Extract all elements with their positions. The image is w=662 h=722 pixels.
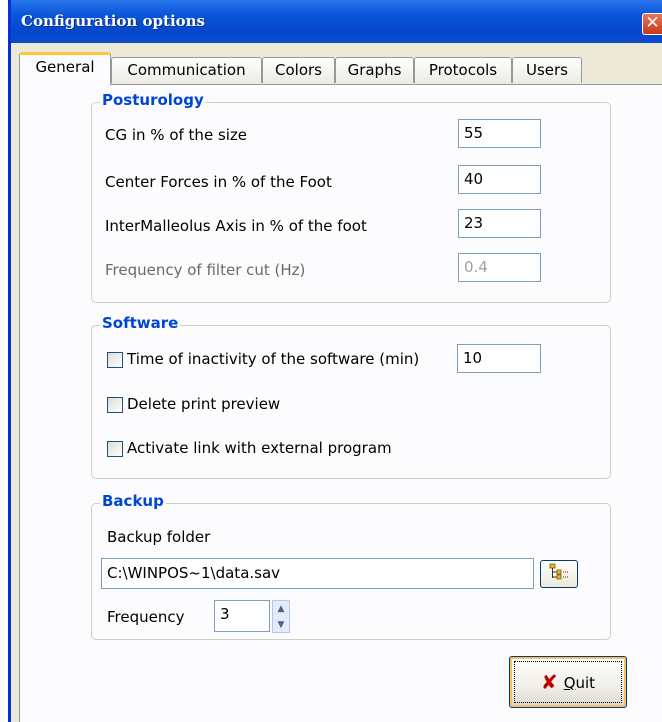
quit-button[interactable]: ✘ Quit: [509, 656, 627, 708]
inactivity-input[interactable]: 10: [457, 344, 541, 373]
backup-folder-label: Backup folder: [107, 528, 211, 546]
center-forces-input[interactable]: 40: [458, 165, 541, 194]
cg-size-label: CG in % of the size: [105, 126, 248, 144]
backup-title: Backup: [100, 492, 166, 510]
tab-protocols[interactable]: Protocols: [414, 57, 512, 83]
posturology-group: Posturology CG in % of the size 55 Cente…: [91, 91, 611, 303]
filter-cut-label: Frequency of filter cut (Hz): [105, 261, 306, 279]
tab-communication[interactable]: Communication: [111, 57, 262, 83]
frequency-input[interactable]: 3: [214, 600, 270, 632]
frequency-label: Frequency: [107, 608, 185, 626]
browse-folder-button[interactable]: [540, 560, 578, 588]
quit-focus-frame: ✘ Quit: [514, 661, 622, 703]
backup-group: Backup Backup folder C:\WINPOS~1\data.sa…: [91, 492, 611, 640]
configuration-dialog: Configuration options ✕ General Communic…: [8, 0, 662, 722]
intermalleolus-input[interactable]: 23: [458, 209, 541, 238]
spin-up-icon[interactable]: ▲: [273, 601, 289, 617]
posturology-title: Posturology: [100, 91, 206, 109]
spin-down-icon[interactable]: ▼: [273, 617, 289, 633]
inactivity-checkbox[interactable]: [107, 352, 123, 368]
quit-label-accelerator: Q: [563, 674, 576, 692]
red-x-icon: ✘: [540, 670, 558, 694]
delete-preview-label[interactable]: Delete print preview: [127, 395, 280, 413]
general-tab-panel: Posturology CG in % of the size 55 Cente…: [19, 84, 662, 722]
folder-tree-icon: [547, 563, 571, 585]
software-title: Software: [100, 314, 181, 332]
tab-colors[interactable]: Colors: [262, 57, 335, 83]
close-button[interactable]: ✕: [642, 13, 662, 35]
external-link-label[interactable]: Activate link with external program: [127, 439, 392, 457]
delete-preview-checkbox[interactable]: [107, 397, 123, 413]
tab-users[interactable]: Users: [512, 57, 582, 83]
window-title: Configuration options: [21, 12, 206, 30]
title-bar[interactable]: Configuration options ✕: [11, 0, 662, 43]
backup-folder-input[interactable]: C:\WINPOS~1\data.sav: [101, 558, 534, 589]
quit-label-rest: uit: [575, 674, 596, 692]
tab-general[interactable]: General: [19, 52, 111, 85]
close-icon: ✕: [645, 13, 660, 33]
center-forces-label: Center Forces in % of the Foot: [105, 173, 332, 191]
intermalleolus-label: InterMalleolus Axis in % of the foot: [105, 217, 367, 235]
frequency-spinner[interactable]: ▲ ▼: [272, 600, 290, 633]
tab-graphs[interactable]: Graphs: [335, 57, 414, 83]
tab-strip: General Communication Colors Graphs Prot…: [19, 52, 662, 85]
cg-size-input[interactable]: 55: [458, 119, 541, 148]
filter-cut-input: 0.4: [458, 253, 541, 282]
inactivity-label[interactable]: Time of inactivity of the software (min): [127, 350, 419, 368]
external-link-checkbox[interactable]: [107, 441, 123, 457]
software-group: Software Time of inactivity of the softw…: [91, 314, 611, 479]
